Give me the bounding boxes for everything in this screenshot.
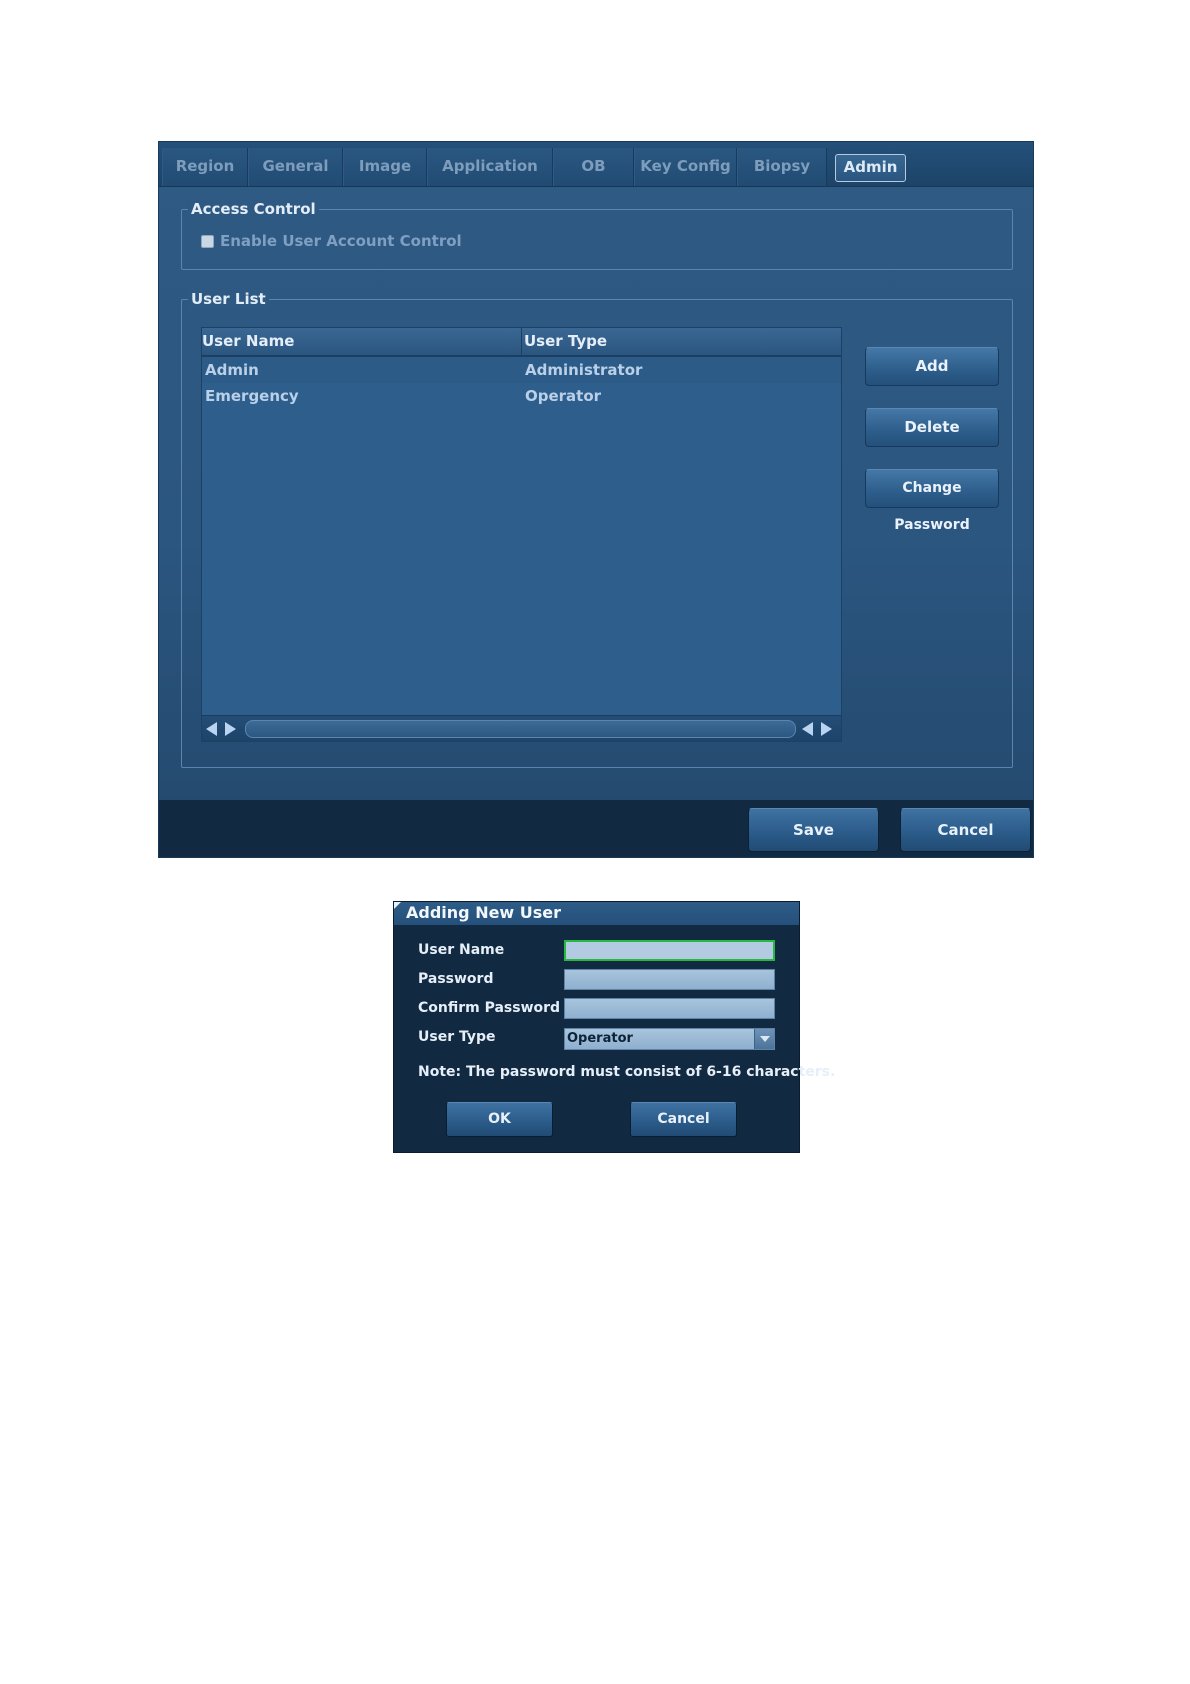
password-label: Password xyxy=(418,971,494,987)
user-name-cell: Emergency xyxy=(205,387,299,405)
scroll-left-icon[interactable] xyxy=(206,722,217,736)
tab-key-config[interactable]: Key Config xyxy=(634,148,737,186)
table-header: User Name User Type xyxy=(202,328,841,357)
user-type-label: User Type xyxy=(418,1029,496,1045)
access-control-legend: Access Control xyxy=(188,199,319,219)
dialog-title-bar[interactable]: Adding New User xyxy=(394,902,799,925)
tab-general[interactable]: General xyxy=(248,148,343,186)
settings-window: Region General Image Application OB Key … xyxy=(158,141,1034,858)
user-table[interactable]: User Name User Type Admin Administrator … xyxy=(201,327,842,742)
enable-uac-label: Enable User Account Control xyxy=(220,232,462,250)
user-type-cell: Administrator xyxy=(525,361,643,379)
tab-admin[interactable]: Admin xyxy=(835,154,906,182)
change-password-button[interactable]: Change Password xyxy=(865,469,999,533)
delete-user-button[interactable]: Delete xyxy=(865,408,999,447)
scroll-right-icon[interactable] xyxy=(225,722,236,736)
user-name-input[interactable] xyxy=(564,940,775,961)
scrollbar-thumb[interactable] xyxy=(245,720,796,738)
table-row[interactable]: Admin Administrator xyxy=(202,357,841,383)
cancel-button[interactable]: Cancel xyxy=(900,808,1031,852)
column-header-user-name[interactable]: User Name xyxy=(202,328,522,355)
column-header-user-type[interactable]: User Type xyxy=(522,328,843,355)
save-button[interactable]: Save xyxy=(748,808,879,852)
confirm-password-input[interactable] xyxy=(564,998,775,1019)
user-name-label: User Name xyxy=(418,942,505,958)
tab-biopsy[interactable]: Biopsy xyxy=(737,148,827,186)
add-user-dialog: Adding New User User Name Password Confi… xyxy=(393,901,835,1153)
password-input[interactable] xyxy=(564,969,775,990)
scroll-left-icon[interactable] xyxy=(802,722,813,736)
window-footer: Save Cancel xyxy=(159,800,1033,857)
checkbox-icon[interactable] xyxy=(201,234,214,248)
tab-image[interactable]: Image xyxy=(343,148,427,186)
tab-application[interactable]: Application xyxy=(427,148,553,186)
user-name-cell: Admin xyxy=(205,361,259,379)
password-note: Note: The password must consist of 6-16 … xyxy=(418,1064,836,1080)
add-user-button[interactable]: Add xyxy=(865,347,999,386)
user-type-value: Operator xyxy=(567,1031,633,1046)
scroll-right-icon[interactable] xyxy=(821,722,832,736)
dialog-cancel-button[interactable]: Cancel xyxy=(630,1102,737,1137)
ok-button[interactable]: OK xyxy=(446,1102,553,1137)
user-type-cell: Operator xyxy=(525,387,602,405)
dropdown-button[interactable] xyxy=(754,1029,774,1049)
dialog-title: Adding New User xyxy=(406,903,562,922)
table-row[interactable]: Emergency Operator xyxy=(202,383,841,409)
confirm-password-label: Confirm Password xyxy=(418,1000,561,1016)
enable-uac-option[interactable]: Enable User Account Control xyxy=(201,232,462,250)
dropdown-arrow-icon xyxy=(760,1036,770,1042)
corner-marker-icon xyxy=(394,902,401,909)
tab-bar: Region General Image Application OB Key … xyxy=(159,142,1033,187)
tab-ob[interactable]: OB xyxy=(553,148,634,186)
user-type-select[interactable]: Operator xyxy=(564,1028,775,1050)
access-control-group: Access Control Enable User Account Contr… xyxy=(181,199,1013,270)
user-list-legend: User List xyxy=(188,289,269,309)
horizontal-scrollbar[interactable] xyxy=(202,715,841,741)
tab-region[interactable]: Region xyxy=(162,148,248,186)
